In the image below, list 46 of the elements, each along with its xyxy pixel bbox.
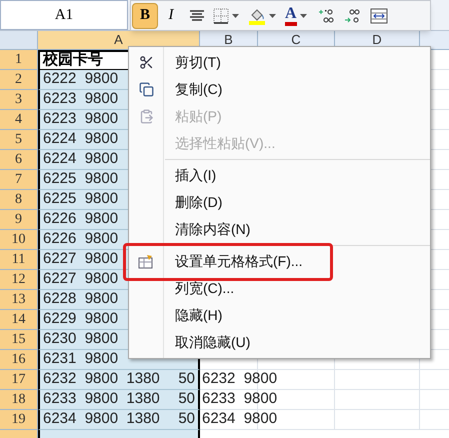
- align-center-icon[interactable]: [189, 8, 205, 22]
- row-header[interactable]: 15: [0, 330, 38, 350]
- row-header[interactable]: 6: [0, 150, 38, 170]
- borders-icon[interactable]: [213, 8, 229, 24]
- table-cell: 6234 9800 1380 50: [38, 410, 200, 430]
- row-header[interactable]: 17: [0, 370, 38, 390]
- row-header[interactable]: 10: [0, 230, 38, 250]
- table-cell: 6232 9800 1380 50: [38, 370, 200, 390]
- decrease-decimal-icon[interactable]: [344, 8, 360, 24]
- row-header[interactable]: 9: [0, 210, 38, 230]
- italic-button[interactable]: I: [158, 2, 184, 28]
- paste-icon: [138, 109, 154, 124]
- row-header[interactable]: 5: [0, 130, 38, 150]
- table-cell: 6233 9800: [200, 390, 335, 410]
- fill-color-icon[interactable]: [248, 6, 266, 24]
- row-header[interactable]: 11: [0, 250, 38, 270]
- increase-decimal-icon[interactable]: [318, 8, 334, 24]
- copy-icon: [138, 82, 154, 97]
- bold-button[interactable]: B: [132, 2, 158, 28]
- format-cells-icon: [138, 254, 154, 269]
- caret-icon[interactable]: [269, 14, 276, 18]
- caret-icon[interactable]: [300, 14, 307, 18]
- cell-overflow-text: 50: [178, 410, 195, 429]
- row-header[interactable]: 4: [0, 110, 38, 130]
- cell-overflow-text: 50: [178, 370, 195, 389]
- row-header[interactable]: 14: [0, 310, 38, 330]
- row-header[interactable]: 19: [0, 410, 38, 430]
- caret-icon[interactable]: [232, 14, 239, 18]
- row-header[interactable]: 18: [0, 390, 38, 410]
- table-cell: 6233 9800 1380 50: [38, 390, 200, 410]
- row-header[interactable]: 13: [0, 290, 38, 310]
- row-header[interactable]: 3: [0, 90, 38, 110]
- row-header[interactable]: 8: [0, 190, 38, 210]
- row-header[interactable]: 2: [0, 70, 38, 90]
- row-header[interactable]: 16: [0, 350, 38, 370]
- row-header[interactable]: 7: [0, 170, 38, 190]
- cell-overflow-text: 50: [178, 390, 195, 409]
- table-cell: 6232 9800: [200, 370, 335, 390]
- name-box[interactable]: A1: [0, 0, 128, 30]
- row-header[interactable]: 1: [0, 50, 38, 70]
- row-header[interactable]: 12: [0, 270, 38, 290]
- scissors-icon: [138, 55, 154, 70]
- merge-cells-icon[interactable]: [370, 8, 388, 24]
- font-color-button[interactable]: A: [285, 6, 297, 26]
- column-header[interactable]: A: [38, 31, 200, 49]
- table-cell: 6234 9800: [200, 410, 335, 430]
